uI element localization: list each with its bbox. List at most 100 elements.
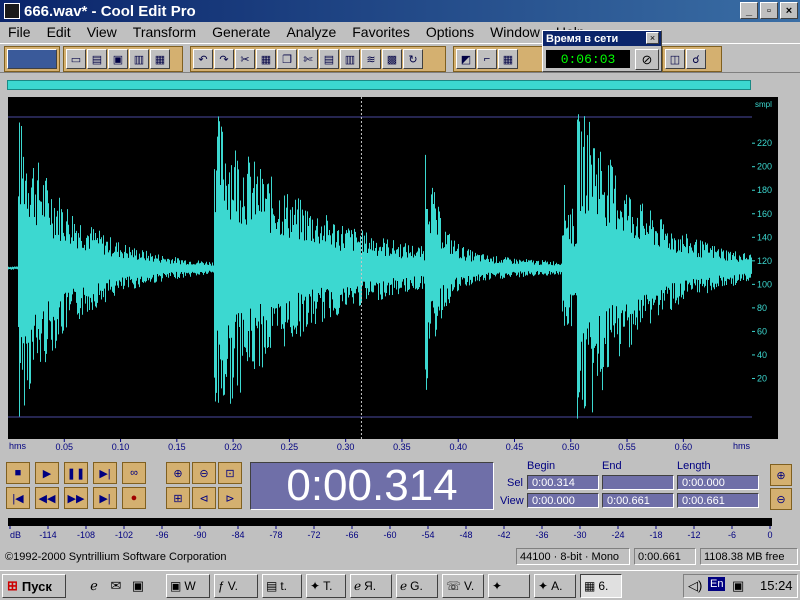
view-end-field[interactable]: 0:00.661 — [602, 493, 674, 508]
minimize-button[interactable]: _ — [740, 2, 758, 19]
loop-icon[interactable]: ↻ — [403, 49, 423, 69]
menu-file[interactable]: File — [0, 24, 39, 40]
zoom-selection-icon[interactable]: ⊞ — [166, 487, 190, 509]
menu-bar: File Edit View Transform Generate Analyz… — [0, 22, 800, 42]
maximize-button[interactable]: ▫ — [760, 2, 778, 19]
menu-analyze[interactable]: Analyze — [278, 24, 344, 40]
zoom-right-icon[interactable]: ⊳ — [218, 487, 242, 509]
task-button-6[interactable]: ℯ G. — [396, 574, 438, 598]
menu-view[interactable]: View — [79, 24, 125, 40]
menu-generate[interactable]: Generate — [204, 24, 278, 40]
menu-transform[interactable]: Transform — [125, 24, 204, 40]
vertical-zoom-bar[interactable] — [778, 97, 798, 439]
paste-mix-icon[interactable]: ▥ — [340, 49, 360, 69]
app-icon[interactable] — [4, 3, 20, 19]
level-scale-label: -90 — [193, 530, 206, 540]
task-button-7[interactable]: ☏ V. — [442, 574, 484, 598]
task-button-1[interactable]: ▣ W — [166, 574, 210, 598]
view-label: View — [500, 495, 524, 507]
zoom-in-vertical-icon[interactable]: ⊕ — [770, 464, 792, 486]
outlook-quicklaunch-icon[interactable]: ✉ — [106, 576, 126, 596]
sel-begin-field[interactable]: 0:00.314 — [527, 475, 599, 490]
loop-play-button[interactable]: ∞ — [122, 462, 146, 484]
task-label: A. — [551, 579, 563, 593]
save-icon[interactable]: ▣ — [108, 49, 128, 69]
envelope-icon[interactable]: ◩ — [456, 49, 476, 69]
multitrack-icon[interactable] — [7, 49, 57, 69]
go-to-end-button[interactable]: ▶| — [93, 487, 117, 509]
timer-close-icon[interactable]: × — [646, 32, 659, 44]
language-indicator[interactable]: En — [708, 577, 726, 591]
desktop-quicklaunch-icon[interactable]: ▣ — [128, 576, 148, 596]
pause-button[interactable]: ❚❚ — [64, 462, 88, 484]
favorite-icon[interactable]: ◫ — [665, 49, 685, 69]
zoom-out-vertical-icon[interactable]: ⊖ — [770, 488, 792, 510]
menu-window[interactable]: Window — [482, 24, 548, 40]
cool-edit-icon: ▦ — [584, 579, 596, 593]
record-button[interactable]: ● — [122, 487, 146, 509]
zoom-out-icon[interactable]: ⊖ — [192, 462, 216, 484]
zoom-full-icon[interactable]: ⊡ — [218, 462, 242, 484]
menu-favorites[interactable]: Favorites — [344, 24, 418, 40]
grid-icon[interactable]: ▦ — [498, 49, 518, 69]
open-icon[interactable]: ▤ — [87, 49, 107, 69]
copy-icon[interactable]: ❐ — [277, 49, 297, 69]
view-begin-field[interactable]: 0:00.000 — [527, 493, 599, 508]
waveform-display[interactable] — [8, 97, 752, 439]
time-display: 0:00.314 — [250, 461, 494, 510]
clock[interactable]: 15:24 — [760, 578, 793, 593]
view-length-field[interactable]: 0:00.661 — [677, 493, 759, 508]
level-scale-label: -30 — [573, 530, 586, 540]
menu-options[interactable]: Options — [418, 24, 482, 40]
hand-icon[interactable]: ☌ — [686, 49, 706, 69]
sel-length-field[interactable]: 0:00.000 — [677, 475, 759, 490]
x-tick-label: 0.35 — [393, 442, 411, 452]
menu-edit[interactable]: Edit — [39, 24, 79, 40]
task-button-8[interactable]: ✦ — [488, 574, 530, 598]
zoom-in-icon[interactable]: ⊕ — [166, 462, 190, 484]
undo-icon[interactable]: ↶ — [193, 49, 213, 69]
format-status: 44100 · 8-bit · Mono — [516, 548, 630, 565]
y-tick-label: 80 — [757, 303, 767, 313]
close-file-icon[interactable]: ▦ — [150, 49, 170, 69]
stop-icon[interactable]: ⊘ — [635, 49, 659, 70]
go-to-start-button[interactable]: |◀ — [6, 487, 30, 509]
ie-quicklaunch-icon[interactable]: ℯ — [84, 576, 104, 596]
cut-tool-icon[interactable]: ✂ — [235, 49, 255, 69]
waveform-icon[interactable]: ≋ — [361, 49, 381, 69]
zoom-left-icon[interactable]: ⊲ — [192, 487, 216, 509]
y-tick-label: 160 — [757, 209, 772, 219]
fast-forward-button[interactable]: ▶▶ — [64, 487, 88, 509]
volume-icon[interactable]: ◁) — [688, 578, 702, 594]
close-button[interactable]: × — [780, 2, 798, 19]
task-button-9[interactable]: ✦ A. — [534, 574, 576, 598]
start-button[interactable]: ⊞ Пуск — [2, 574, 66, 598]
marker-icon[interactable]: ⌐ — [477, 49, 497, 69]
new-icon[interactable]: ▭ — [66, 49, 86, 69]
task-button-cool-edit[interactable]: ▦ 6. — [580, 574, 622, 598]
scissors-icon[interactable]: ✄ — [298, 49, 318, 69]
paste-icon[interactable]: ▤ — [319, 49, 339, 69]
zoom-controls: ⊕ ⊖ ⊡ ⊞ ⊲ ⊳ — [166, 462, 244, 510]
x-unit-label: hms — [9, 441, 27, 451]
play-button[interactable]: ▶ — [35, 462, 59, 484]
task-button-5[interactable]: ℯ Я. — [350, 574, 392, 598]
play-to-end-button[interactable]: ▶| — [93, 462, 117, 484]
task-button-4[interactable]: ✦ T. — [306, 574, 346, 598]
y-tick-label: 120 — [757, 256, 772, 266]
save-as-icon[interactable]: ▥ — [129, 49, 149, 69]
task-label: G. — [410, 579, 423, 593]
overview-bar[interactable] — [7, 80, 751, 90]
redo-icon[interactable]: ↷ — [214, 49, 234, 69]
title-bar: 666.wav* - Cool Edit Pro _ ▫ × — [0, 0, 800, 22]
time-ruler[interactable]: hms 0.05 0.10 0.15 0.20 0.25 0.30 0.35 0.40 0.45 0… — [8, 439, 752, 453]
sel-end-field[interactable] — [602, 475, 674, 490]
spectral-icon[interactable]: ▩ — [382, 49, 402, 69]
task-button-3[interactable]: ▤ t. — [262, 574, 302, 598]
online-timer-window[interactable]: Время в сети × 0:06:03 ⊘ — [542, 30, 662, 72]
network-icon[interactable]: ▣ — [732, 578, 744, 594]
stop-button[interactable]: ■ — [6, 462, 30, 484]
mix-icon[interactable]: ▦ — [256, 49, 276, 69]
task-button-2[interactable]: ƒ V. — [214, 574, 258, 598]
rewind-button[interactable]: ◀◀ — [35, 487, 59, 509]
